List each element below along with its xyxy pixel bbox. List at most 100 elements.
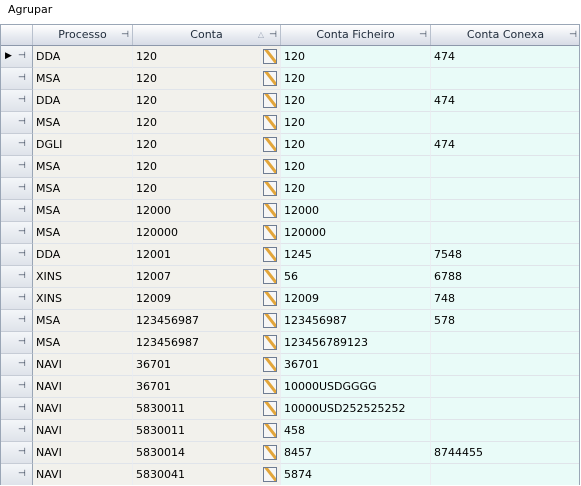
edit-pencil-icon[interactable]: [263, 137, 277, 152]
cell-conta-conexa[interactable]: 474: [431, 134, 579, 156]
row-selector[interactable]: ⊣: [1, 288, 33, 310]
cell-conta[interactable]: 12001: [133, 244, 261, 266]
column-header-conta-conexa[interactable]: Conta Conexa ⊣: [431, 25, 579, 45]
cell-edit[interactable]: [261, 266, 281, 288]
pin-icon[interactable]: ⊣: [269, 25, 277, 45]
cell-processo[interactable]: MSA: [33, 200, 133, 222]
pin-icon[interactable]: ⊣: [121, 25, 129, 45]
row-selector[interactable]: ⊣: [1, 464, 33, 485]
cell-processo[interactable]: MSA: [33, 222, 133, 244]
cell-processo[interactable]: MSA: [33, 310, 133, 332]
cell-conta-conexa[interactable]: [431, 200, 579, 222]
cell-conta[interactable]: 120: [133, 178, 261, 200]
cell-conta-conexa[interactable]: [431, 420, 579, 442]
cell-conta-ficheiro[interactable]: 120000: [281, 222, 431, 244]
pin-icon[interactable]: ⊣: [18, 46, 26, 67]
table-row[interactable]: ⊣ XINS 12009 12009 748: [1, 288, 579, 310]
cell-conta-conexa[interactable]: [431, 156, 579, 178]
cell-conta-ficheiro[interactable]: 123456987: [281, 310, 431, 332]
cell-conta[interactable]: 120: [133, 90, 261, 112]
pin-icon[interactable]: ⊣: [18, 68, 26, 89]
edit-pencil-icon[interactable]: [263, 181, 277, 196]
cell-processo[interactable]: DDA: [33, 90, 133, 112]
row-selector[interactable]: ⊣: [1, 200, 33, 222]
cell-processo[interactable]: NAVI: [33, 464, 133, 485]
cell-edit[interactable]: [261, 420, 281, 442]
cell-processo[interactable]: DDA: [33, 46, 133, 68]
table-row[interactable]: ⊣ MSA 12000 12000: [1, 200, 579, 222]
cell-conta-ficheiro[interactable]: 12009: [281, 288, 431, 310]
cell-conta[interactable]: 120: [133, 68, 261, 90]
cell-processo[interactable]: NAVI: [33, 398, 133, 420]
cell-conta-conexa[interactable]: 7548: [431, 244, 579, 266]
column-header-conta-ficheiro[interactable]: Conta Ficheiro ⊣: [281, 25, 431, 45]
table-row[interactable]: ⊣ MSA 120000 120000: [1, 222, 579, 244]
table-row[interactable]: ⊣ MSA 120 120: [1, 178, 579, 200]
cell-edit[interactable]: [261, 68, 281, 90]
cell-conta-conexa[interactable]: 6788: [431, 266, 579, 288]
cell-processo[interactable]: MSA: [33, 332, 133, 354]
pin-icon[interactable]: ⊣: [18, 288, 26, 309]
pin-icon[interactable]: ⊣: [18, 112, 26, 133]
row-selector[interactable]: ⊣: [1, 112, 33, 134]
cell-conta-ficheiro[interactable]: 12000: [281, 200, 431, 222]
table-row[interactable]: ⊣ NAVI 5830041 5874: [1, 464, 579, 485]
cell-edit[interactable]: [261, 134, 281, 156]
pin-icon[interactable]: ⊣: [18, 200, 26, 221]
cell-conta-conexa[interactable]: 748: [431, 288, 579, 310]
cell-conta-ficheiro[interactable]: 458: [281, 420, 431, 442]
cell-conta-conexa[interactable]: [431, 464, 579, 485]
cell-conta[interactable]: 123456987: [133, 332, 261, 354]
table-row[interactable]: ▶ ⊣ DDA 120 120 474: [1, 46, 579, 68]
cell-conta[interactable]: 5830011: [133, 398, 261, 420]
cell-conta-ficheiro[interactable]: 1245: [281, 244, 431, 266]
cell-edit[interactable]: [261, 46, 281, 68]
cell-conta-conexa[interactable]: [431, 112, 579, 134]
cell-processo[interactable]: NAVI: [33, 420, 133, 442]
cell-conta[interactable]: 12007: [133, 266, 261, 288]
row-selector[interactable]: ⊣: [1, 354, 33, 376]
accounts-grid[interactable]: Processo ⊣ Conta △ ⊣ Conta Ficheiro ⊣ Co…: [0, 24, 580, 485]
cell-processo[interactable]: NAVI: [33, 354, 133, 376]
row-selector[interactable]: ⊣: [1, 68, 33, 90]
table-row[interactable]: ⊣ NAVI 5830011 10000USD252525252: [1, 398, 579, 420]
cell-conta-ficheiro[interactable]: 120: [281, 68, 431, 90]
pin-icon[interactable]: ⊣: [18, 332, 26, 353]
pin-icon[interactable]: ⊣: [18, 442, 26, 463]
table-row[interactable]: ⊣ DDA 120 120 474: [1, 90, 579, 112]
edit-pencil-icon[interactable]: [263, 291, 277, 306]
cell-conta-conexa[interactable]: 8744455: [431, 442, 579, 464]
cell-edit[interactable]: [261, 200, 281, 222]
edit-pencil-icon[interactable]: [263, 247, 277, 262]
cell-conta-ficheiro[interactable]: 10000USDGGGG: [281, 376, 431, 398]
row-selector[interactable]: ⊣: [1, 398, 33, 420]
cell-processo[interactable]: MSA: [33, 68, 133, 90]
row-selector[interactable]: ⊣: [1, 222, 33, 244]
table-row[interactable]: ⊣ NAVI 36701 10000USDGGGG: [1, 376, 579, 398]
cell-edit[interactable]: [261, 332, 281, 354]
row-selector[interactable]: ⊣: [1, 178, 33, 200]
pin-icon[interactable]: ⊣: [18, 90, 26, 111]
column-header-processo[interactable]: Processo ⊣: [33, 25, 133, 45]
cell-conta-ficheiro[interactable]: 120: [281, 46, 431, 68]
cell-processo[interactable]: XINS: [33, 266, 133, 288]
cell-conta-conexa[interactable]: [431, 376, 579, 398]
cell-conta-ficheiro[interactable]: 120: [281, 112, 431, 134]
pin-icon[interactable]: ⊣: [569, 25, 577, 45]
cell-conta-conexa[interactable]: 578: [431, 310, 579, 332]
pin-icon[interactable]: ⊣: [18, 266, 26, 287]
cell-conta-ficheiro[interactable]: 8457: [281, 442, 431, 464]
pin-icon[interactable]: ⊣: [18, 134, 26, 155]
row-selector[interactable]: ▶ ⊣: [1, 46, 33, 68]
cell-processo[interactable]: DGLI: [33, 134, 133, 156]
cell-conta-ficheiro[interactable]: 56: [281, 266, 431, 288]
row-selector[interactable]: ⊣: [1, 134, 33, 156]
cell-processo[interactable]: MSA: [33, 178, 133, 200]
cell-edit[interactable]: [261, 354, 281, 376]
row-selector[interactable]: ⊣: [1, 90, 33, 112]
table-row[interactable]: ⊣ NAVI 5830011 458: [1, 420, 579, 442]
cell-edit[interactable]: [261, 178, 281, 200]
edit-pencil-icon[interactable]: [263, 203, 277, 218]
row-selector[interactable]: ⊣: [1, 156, 33, 178]
row-selector[interactable]: ⊣: [1, 310, 33, 332]
